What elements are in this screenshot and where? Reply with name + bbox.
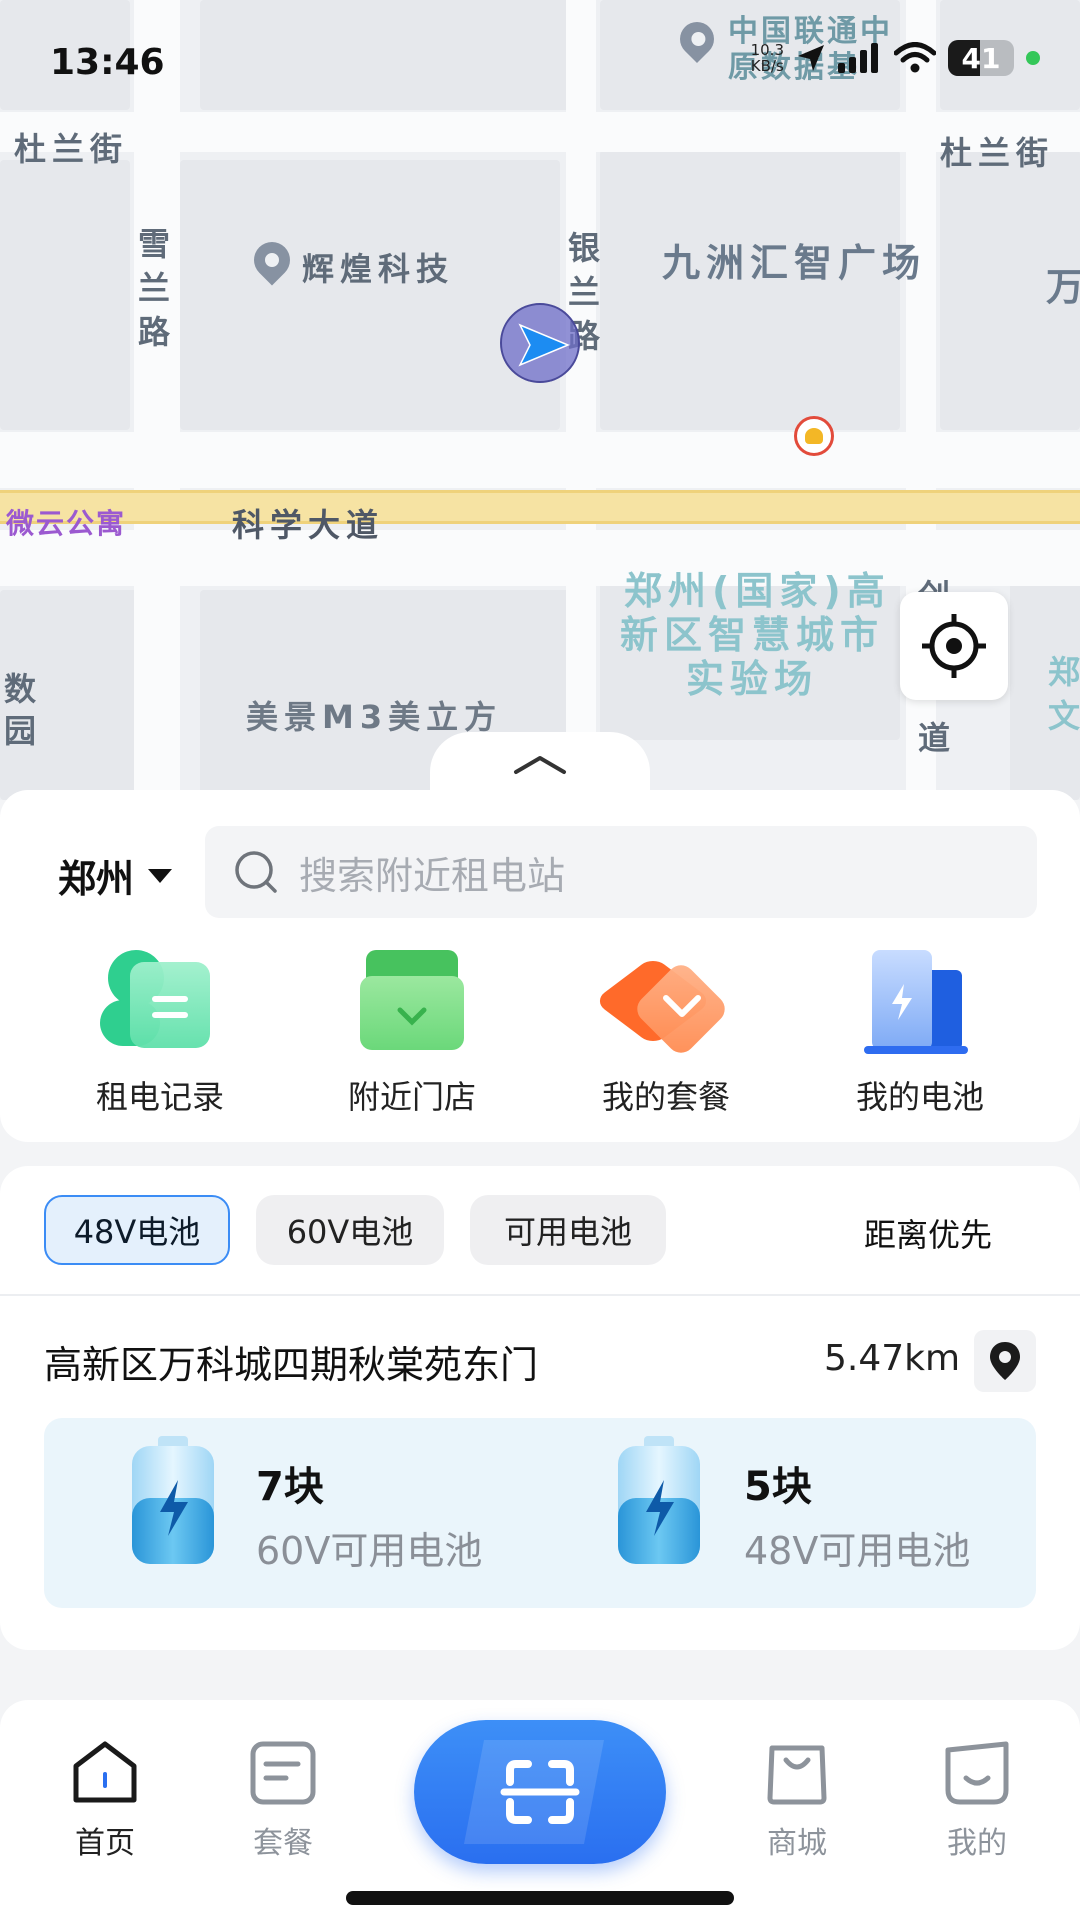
- map-label-dulan-right: 杜兰街: [940, 134, 1055, 172]
- battery-level: 41: [961, 41, 1001, 75]
- my-package-icon: [593, 950, 731, 1060]
- map-view[interactable]: 杜兰街 杜兰街 雪兰路 银兰路 辉煌科技 九洲汇智广场 万 微云公寓 科学大道 …: [0, 0, 1080, 800]
- crosshair-icon: [922, 614, 986, 678]
- status-indicators: 10.3 KB/s 41: [751, 40, 1040, 76]
- tab-home[interactable]: 首页: [50, 1740, 160, 1862]
- battery-icon: 41: [948, 40, 1014, 76]
- chevron-up-icon: [514, 756, 566, 774]
- wifi-icon: [894, 42, 936, 73]
- package-icon: [250, 1741, 316, 1805]
- map-label-jiuzhou[interactable]: 九洲汇智广场: [662, 232, 926, 287]
- scan-icon: [464, 1740, 604, 1844]
- tab-label: 我的: [947, 1826, 1007, 1861]
- map-label-zone-line3[interactable]: 实验场: [686, 648, 818, 703]
- scan-button[interactable]: [414, 1720, 666, 1864]
- battery-60v-icon: [132, 1436, 214, 1564]
- map-label-xuelan-road: 雪兰路: [137, 225, 170, 351]
- home-icon: [73, 1741, 137, 1803]
- quick-action-rental-record[interactable]: 租电记录: [60, 950, 260, 1116]
- network-speed-value: 10.3: [750, 41, 784, 59]
- quick-action-my-package[interactable]: 我的套餐: [566, 950, 766, 1116]
- status-time: 13:46: [50, 42, 165, 83]
- privacy-indicator-icon: [1026, 51, 1040, 65]
- battery-type-48v: 48V可用电池: [744, 1529, 971, 1573]
- quick-action-label: 租电记录: [95, 1078, 224, 1116]
- nearby-store-icon: [352, 950, 472, 1060]
- quick-action-my-battery[interactable]: 我的电池: [820, 950, 1020, 1116]
- home-indicator: [346, 1891, 734, 1905]
- tab-package[interactable]: 套餐: [228, 1740, 338, 1862]
- battery-type-60v: 60V可用电池: [256, 1529, 483, 1573]
- filter-chip-60v[interactable]: 60V电池: [256, 1195, 444, 1265]
- search-input[interactable]: 搜索附近租电站: [205, 826, 1037, 918]
- current-location-icon: [500, 303, 580, 383]
- search-placeholder: 搜索附近租电站: [299, 853, 566, 898]
- map-label-huihuang[interactable]: 辉煌科技: [302, 244, 454, 290]
- caret-down-icon: [148, 868, 173, 883]
- sort-by-distance-button[interactable]: 距离优先: [864, 1210, 992, 1256]
- city-name: 郑州: [58, 857, 135, 901]
- map-pin-icon: [990, 1342, 1020, 1380]
- station-distance: 5.47km: [824, 1338, 961, 1379]
- tab-mine[interactable]: 我的: [922, 1740, 1032, 1862]
- quick-action-label: 我的套餐: [601, 1078, 730, 1116]
- navigate-button[interactable]: [974, 1330, 1036, 1392]
- quick-action-label: 附近门店: [347, 1078, 476, 1116]
- map-label-zheng: 郑: [1047, 653, 1080, 691]
- sheet-expand-handle[interactable]: [430, 732, 650, 792]
- map-label-shuyuan-2: 园: [3, 712, 36, 750]
- my-battery-icon: [860, 950, 980, 1060]
- map-label-wan: 万: [1046, 265, 1080, 309]
- city-selector[interactable]: 郑州: [58, 848, 173, 903]
- map-label-wen: 文: [1047, 697, 1080, 735]
- battery-count-48v: 5块: [744, 1464, 812, 1510]
- signal-icon: [838, 43, 878, 73]
- tab-label: 商城: [767, 1826, 827, 1861]
- map-label-dao: 道: [917, 719, 950, 757]
- battery-count-60v: 7块: [256, 1464, 324, 1510]
- map-label-shuyuan-1: 数: [3, 670, 36, 708]
- location-arrow-icon: [798, 45, 824, 71]
- relocate-button[interactable]: [900, 592, 1008, 700]
- map-label-dulan-left: 杜兰街: [14, 130, 129, 168]
- filter-chip-available[interactable]: 可用电池: [470, 1195, 666, 1265]
- tab-label: 首页: [75, 1826, 135, 1861]
- map-label-kexue: 科学大道: [232, 506, 385, 544]
- shopping-bag-icon: [767, 1745, 827, 1805]
- tab-mall[interactable]: 商城: [742, 1740, 852, 1862]
- station-name[interactable]: 高新区万科城四期秋棠苑东门: [44, 1334, 538, 1389]
- kexue-avenue-road: [0, 490, 1080, 524]
- search-icon: [235, 851, 277, 893]
- tab-label: 套餐: [253, 1826, 313, 1861]
- quick-action-label: 我的电池: [855, 1078, 984, 1116]
- battery-48v-icon: [618, 1436, 700, 1564]
- map-label-weiyun[interactable]: 微云公寓: [6, 502, 126, 542]
- profile-icon: [945, 1741, 1009, 1805]
- filter-chip-48v[interactable]: 48V电池: [44, 1195, 230, 1265]
- quick-action-nearby-store[interactable]: 附近门店: [312, 950, 512, 1116]
- network-speed-unit: KB/s: [750, 57, 784, 75]
- divider: [0, 1294, 1080, 1296]
- gas-station-icon[interactable]: [794, 416, 834, 456]
- rental-record-icon: [100, 950, 220, 1060]
